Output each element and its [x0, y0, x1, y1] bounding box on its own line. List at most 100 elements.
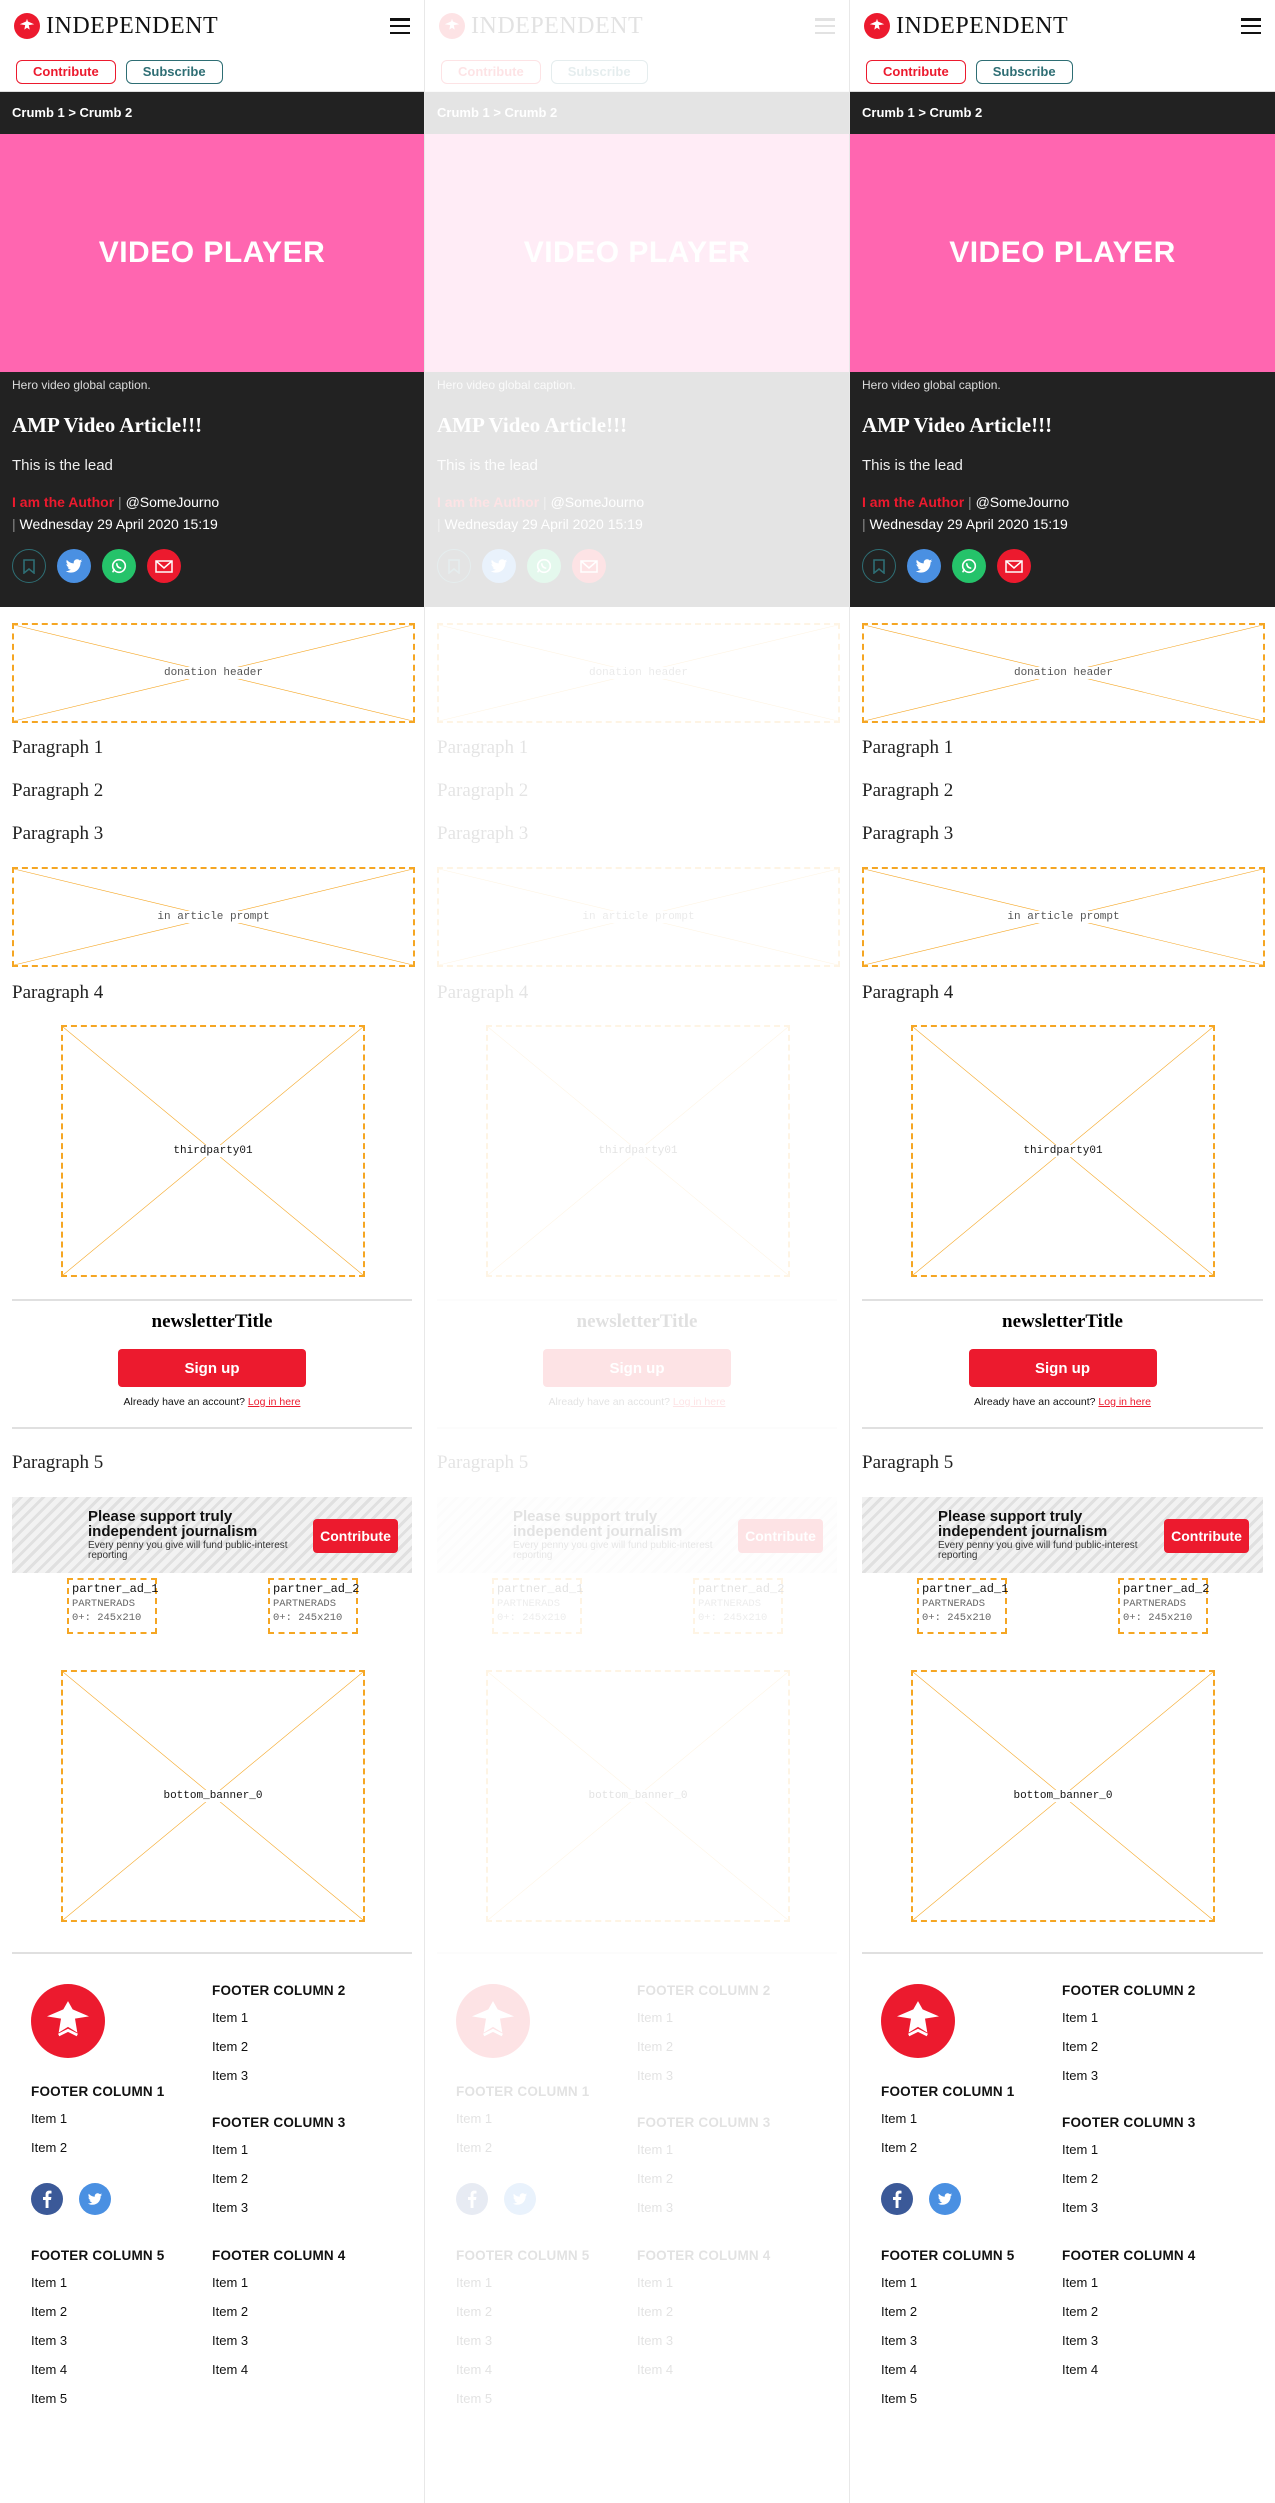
footer-link[interactable]: Item 3 [1062, 2200, 1196, 2217]
login-link[interactable]: Log in here [1098, 1396, 1151, 1408]
footer-link[interactable]: Item 3 [1062, 2068, 1196, 2085]
footer-link[interactable]: Item 1 [881, 2111, 1015, 2128]
footer-link[interactable]: Item 2 [456, 2304, 590, 2321]
footer-link[interactable]: Item 3 [637, 2068, 771, 2085]
author-link[interactable]: I am the Author [437, 494, 539, 510]
footer-link[interactable]: Item 4 [456, 2362, 590, 2379]
twitter-icon[interactable] [907, 549, 941, 583]
footer-link[interactable]: Item 5 [31, 2391, 165, 2408]
video-player[interactable]: VIDEO PLAYER [850, 134, 1275, 372]
footer-link[interactable]: Item 1 [881, 2275, 1015, 2292]
footer-link[interactable]: Item 3 [212, 2068, 346, 2085]
whatsapp-icon[interactable] [527, 549, 561, 583]
footer-link[interactable]: Item 1 [212, 2142, 346, 2159]
breadcrumb[interactable]: Crumb 1 > Crumb 2 [850, 92, 1275, 134]
brand-logo[interactable]: INDEPENDENT [14, 13, 218, 40]
support-contribute-button[interactable]: Contribute [313, 1519, 398, 1553]
footer-link[interactable]: Item 1 [1062, 2010, 1196, 2027]
video-player[interactable]: VIDEO PLAYER [425, 134, 849, 372]
subscribe-button[interactable]: Subscribe [125, 59, 223, 84]
footer-link[interactable]: Item 2 [881, 2304, 1015, 2321]
contribute-button[interactable]: Contribute [441, 59, 541, 84]
support-contribute-button[interactable]: Contribute [1164, 1519, 1249, 1553]
footer-link[interactable]: Item 3 [456, 2333, 590, 2350]
footer-link[interactable]: Item 4 [212, 2362, 346, 2379]
twitter-icon[interactable] [482, 549, 516, 583]
footer-eagle-logo-icon[interactable] [456, 1984, 530, 2058]
footer-link[interactable]: Item 2 [212, 2304, 346, 2321]
author-handle[interactable]: @SomeJourno [976, 494, 1070, 510]
subscribe-button[interactable]: Subscribe [550, 59, 648, 84]
footer-eagle-logo-icon[interactable] [881, 1984, 955, 2058]
footer-link[interactable]: Item 2 [31, 2304, 165, 2321]
footer-eagle-logo-icon[interactable] [31, 1984, 105, 2058]
brand-logo[interactable]: INDEPENDENT [864, 13, 1068, 40]
footer-link[interactable]: Item 2 [1062, 2304, 1196, 2321]
footer-link[interactable]: Item 3 [1062, 2333, 1196, 2350]
footer-link[interactable]: Item 1 [1062, 2142, 1196, 2159]
footer-link[interactable]: Item 2 [637, 2039, 771, 2056]
footer-link[interactable]: Item 5 [881, 2391, 1015, 2408]
author-link[interactable]: I am the Author [12, 494, 114, 510]
footer-link[interactable]: Item 2 [31, 2140, 165, 2157]
footer-link[interactable]: Item 1 [1062, 2275, 1196, 2292]
footer-link[interactable]: Item 4 [31, 2362, 165, 2379]
signup-button[interactable]: Sign up [118, 1349, 306, 1387]
author-link[interactable]: I am the Author [862, 494, 964, 510]
breadcrumb[interactable]: Crumb 1 > Crumb 2 [425, 92, 849, 134]
footer-link[interactable]: Item 3 [212, 2200, 346, 2217]
footer-link[interactable]: Item 2 [1062, 2039, 1196, 2056]
author-handle[interactable]: @SomeJourno [126, 494, 220, 510]
login-link[interactable]: Log in here [673, 1396, 726, 1408]
twitter-icon[interactable] [504, 2183, 536, 2215]
footer-link[interactable]: Item 3 [881, 2333, 1015, 2350]
footer-link[interactable]: Item 1 [637, 2142, 771, 2159]
footer-link[interactable]: Item 3 [212, 2333, 346, 2350]
signup-button[interactable]: Sign up [543, 1349, 731, 1387]
subscribe-button[interactable]: Subscribe [975, 59, 1073, 84]
contribute-button[interactable]: Contribute [16, 59, 116, 84]
footer-link[interactable]: Item 1 [637, 2275, 771, 2292]
facebook-icon[interactable] [31, 2183, 63, 2215]
footer-link[interactable]: Item 4 [637, 2362, 771, 2379]
footer-link[interactable]: Item 2 [212, 2039, 346, 2056]
contribute-button[interactable]: Contribute [866, 59, 966, 84]
brand-logo[interactable]: INDEPENDENT [439, 13, 643, 40]
facebook-icon[interactable] [881, 2183, 913, 2215]
bookmark-icon[interactable] [437, 549, 471, 583]
whatsapp-icon[interactable] [102, 549, 136, 583]
footer-link[interactable]: Item 3 [31, 2333, 165, 2350]
twitter-icon[interactable] [57, 549, 91, 583]
footer-link[interactable]: Item 1 [456, 2111, 590, 2128]
footer-link[interactable]: Item 5 [456, 2391, 590, 2408]
facebook-icon[interactable] [456, 2183, 488, 2215]
footer-link[interactable]: Item 1 [456, 2275, 590, 2292]
breadcrumb[interactable]: Crumb 1 > Crumb 2 [0, 92, 424, 134]
bookmark-icon[interactable] [862, 549, 896, 583]
hamburger-menu-icon[interactable] [1241, 18, 1261, 34]
footer-link[interactable]: Item 2 [1062, 2171, 1196, 2188]
email-icon[interactable] [572, 549, 606, 583]
whatsapp-icon[interactable] [952, 549, 986, 583]
footer-link[interactable]: Item 1 [31, 2111, 165, 2128]
footer-link[interactable]: Item 2 [881, 2140, 1015, 2157]
footer-link[interactable]: Item 1 [637, 2010, 771, 2027]
twitter-icon[interactable] [929, 2183, 961, 2215]
footer-link[interactable]: Item 3 [637, 2333, 771, 2350]
login-link[interactable]: Log in here [248, 1396, 301, 1408]
footer-link[interactable]: Item 4 [881, 2362, 1015, 2379]
footer-link[interactable]: Item 2 [456, 2140, 590, 2157]
footer-link[interactable]: Item 2 [637, 2304, 771, 2321]
footer-link[interactable]: Item 2 [212, 2171, 346, 2188]
signup-button[interactable]: Sign up [968, 1349, 1157, 1387]
hamburger-menu-icon[interactable] [390, 18, 410, 34]
twitter-icon[interactable] [79, 2183, 111, 2215]
footer-link[interactable]: Item 2 [637, 2171, 771, 2188]
bookmark-icon[interactable] [12, 549, 46, 583]
email-icon[interactable] [147, 549, 181, 583]
footer-link[interactable]: Item 3 [637, 2200, 771, 2217]
footer-link[interactable]: Item 1 [212, 2010, 346, 2027]
video-player[interactable]: VIDEO PLAYER [0, 134, 424, 372]
email-icon[interactable] [997, 549, 1031, 583]
author-handle[interactable]: @SomeJourno [551, 494, 645, 510]
